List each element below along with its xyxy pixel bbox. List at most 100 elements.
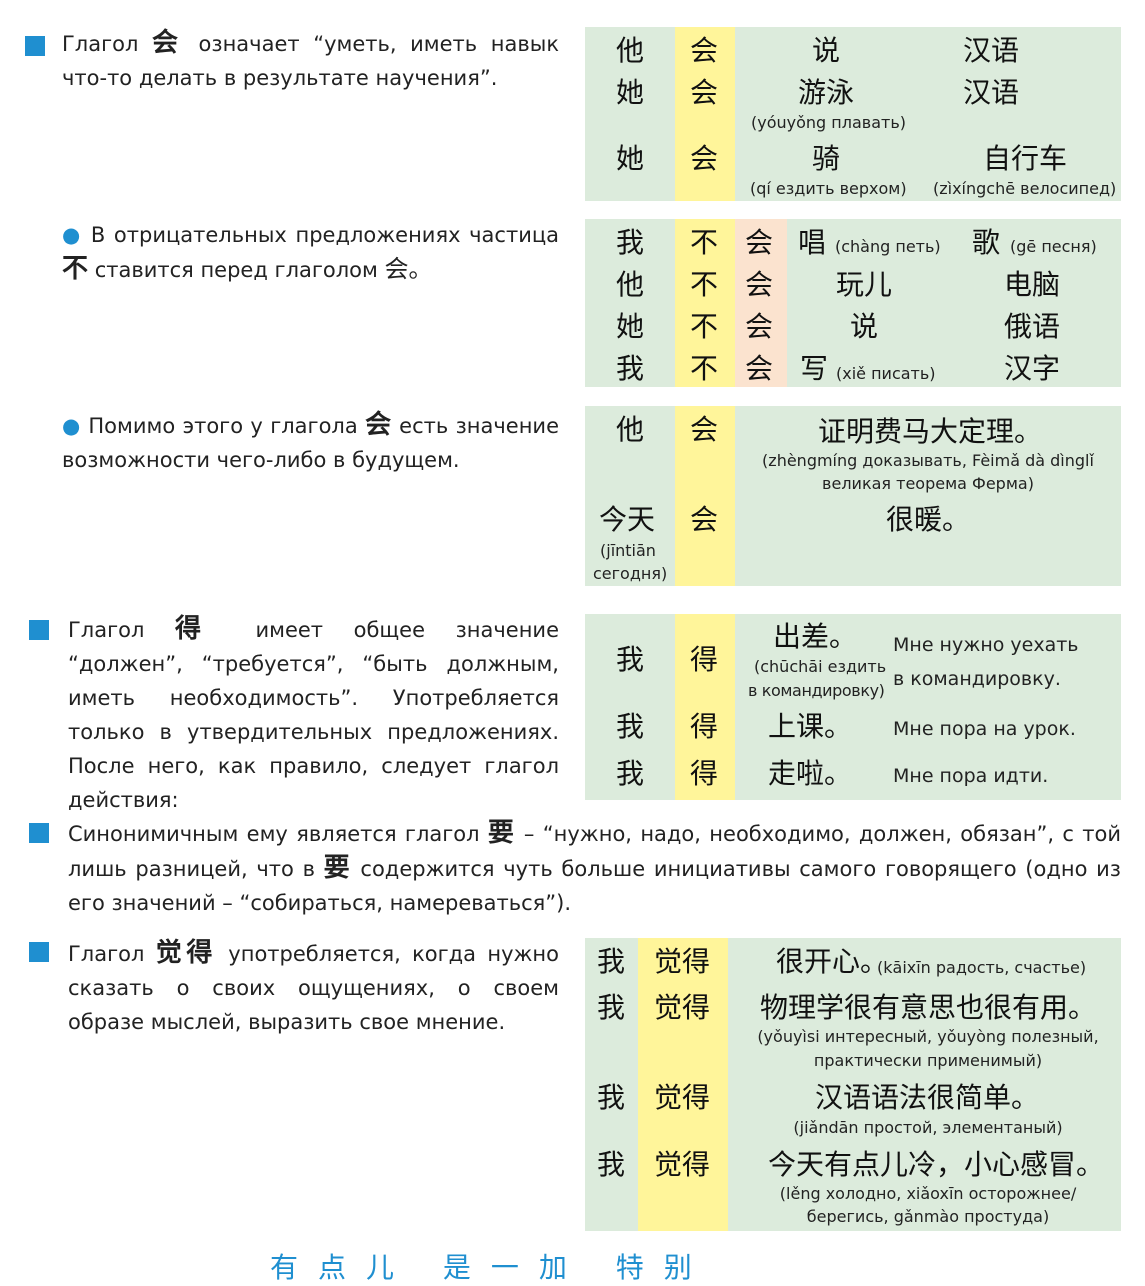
subject: 我 — [616, 643, 645, 676]
verb: 得 — [690, 643, 719, 676]
text: ставится перед глаголом — [88, 258, 385, 282]
word: 上课。 — [768, 710, 853, 743]
verb: 觉得 — [654, 945, 711, 978]
keyword: 得 — [174, 614, 225, 644]
verb: 觉得 — [654, 1148, 711, 1181]
bullet-dot: ● — [62, 414, 82, 438]
word: 说 — [812, 34, 841, 67]
gloss: берегись, gǎnmào простуда) — [806, 1207, 1050, 1226]
sentence: 证明费马大定理。 — [818, 415, 1043, 448]
word: 游泳 — [798, 76, 855, 109]
verb: 会 — [745, 310, 774, 343]
word: 自行车 — [983, 142, 1068, 175]
verb: 会 — [745, 226, 774, 259]
verb: 会 — [690, 503, 719, 536]
sentence: 今天有点儿冷，小心感冒。 — [768, 1148, 1105, 1181]
gloss: (kāixīn радость, счастье) — [877, 958, 1087, 977]
bullet-square — [29, 620, 49, 640]
gloss: (gē песня) — [1010, 237, 1097, 256]
gloss: (lěng холодно, xiǎoxīn осторожнее/ — [779, 1184, 1077, 1203]
translation: Мне пора идти. — [893, 765, 1049, 787]
word: 汉语 — [963, 76, 1020, 109]
subject: 她 — [616, 310, 645, 343]
word: 汉语 — [963, 34, 1020, 67]
keyword: 会 — [152, 28, 185, 58]
bullet-square — [25, 36, 45, 56]
sentence: 很暖。 — [886, 503, 971, 536]
next-section-heading-partial: 有点儿 是一加 特别 — [270, 1251, 712, 1284]
word: 汉字 — [1004, 352, 1061, 385]
verb: 会 — [690, 34, 719, 67]
translation: Мне пора на урок. — [893, 718, 1076, 740]
subject: 他 — [616, 268, 645, 301]
sentence: 很开心。 — [776, 945, 889, 978]
paragraph-negation: ● В отрицательных предложениях частица 不… — [62, 218, 559, 287]
verb: 得 — [690, 757, 719, 790]
gloss: (yóuyǒng плавать) — [751, 113, 906, 132]
subject: 我 — [597, 1081, 626, 1114]
word: 出差。 — [773, 620, 858, 653]
translation: в командировку. — [893, 668, 1061, 690]
subject: 他 — [616, 413, 645, 446]
keyword: 会。 — [384, 255, 433, 283]
negation: 不 — [690, 352, 719, 385]
gloss: великая теорема Ферма) — [822, 474, 1034, 493]
gloss: (zìxíngchē велосипед) — [933, 179, 1117, 198]
subject: 我 — [616, 710, 645, 743]
paragraph-hui-meaning: Глагол 会 означает “уметь, иметь навык чт… — [62, 26, 559, 95]
subject: 我 — [616, 226, 645, 259]
keyword: 不 — [62, 254, 89, 284]
word: 玩儿 — [836, 268, 893, 301]
gloss: практически применимый) — [813, 1051, 1043, 1070]
bullet-square — [29, 942, 49, 962]
translation: Мне нужно уехать — [893, 634, 1079, 656]
word: 唱 — [798, 226, 827, 259]
verb: 觉得 — [654, 1081, 711, 1114]
verb: 会 — [690, 142, 719, 175]
gloss: (jiǎndān простой, элементаный) — [793, 1118, 1063, 1137]
paragraph-yao: Синонимичным ему является глагол 要 – “ну… — [68, 816, 1121, 920]
sentence: 汉语语法很简单。 — [815, 1081, 1040, 1114]
gloss: (qí ездить верхом) — [750, 179, 907, 198]
subject: 我 — [616, 352, 645, 385]
text: Синонимичным ему является глагол — [68, 822, 488, 846]
text: В отрицательных предложениях частица — [82, 223, 560, 247]
verb: 会 — [745, 268, 774, 301]
verb: 得 — [690, 710, 719, 743]
bullet-dot: ● — [62, 223, 83, 247]
gloss: (zhèngmíng доказывать, Fèimǎ dà dìnglǐ — [762, 451, 1094, 470]
word: 歌 — [972, 226, 1001, 259]
keyword: 会 — [365, 410, 392, 440]
word: 说 — [850, 310, 879, 343]
negation: 不 — [690, 310, 719, 343]
verb: 会 — [745, 352, 774, 385]
paragraph-future: ● Помимо этого у глагола 会 есть значение… — [62, 408, 559, 477]
word: 走啦。 — [768, 757, 853, 790]
word: 俄语 — [1004, 310, 1061, 343]
text: имеет общее значение “должен”, “требуетс… — [68, 618, 559, 812]
text: Глагол — [62, 32, 153, 56]
verb: 会 — [690, 76, 719, 109]
subject: 我 — [597, 991, 626, 1024]
subject: 她 — [616, 142, 645, 175]
subject: 我 — [597, 945, 626, 978]
paragraph-juede: Глагол 觉得 употребляется, когда нужно ска… — [68, 936, 559, 1039]
word: 写 — [800, 352, 829, 385]
text: Глагол — [68, 618, 175, 642]
keyword: 要 — [323, 853, 352, 883]
gloss: (yǒuyìsi интересный, yǒuyòng полезный, — [757, 1027, 1099, 1046]
keyword: 觉得 — [155, 938, 217, 968]
word: 电脑 — [1004, 268, 1061, 301]
word: 骑 — [812, 142, 841, 175]
gloss: сегодня) — [593, 564, 668, 583]
gloss: в командировку) — [748, 681, 885, 700]
negation: 不 — [690, 226, 719, 259]
bullet-square — [29, 823, 49, 843]
gloss: (chūchāi ездить — [754, 657, 887, 676]
gloss: (jīntiān — [600, 541, 656, 560]
paragraph-dei: Глагол 得 имеет общее значение “должен”, … — [68, 612, 559, 817]
keyword: 要 — [487, 818, 516, 848]
gloss: (chàng петь) — [835, 237, 941, 256]
negation: 不 — [690, 268, 719, 301]
gloss: (xiě писать) — [836, 364, 936, 383]
